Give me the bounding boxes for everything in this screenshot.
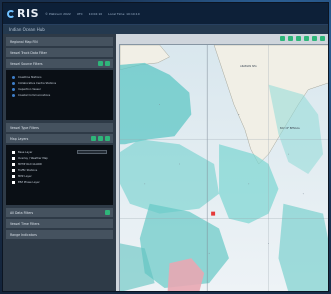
- panel-title: All Data Filters: [10, 210, 34, 215]
- map-area[interactable]: ARABIAN SEA BAY OF BENGAL: [119, 36, 329, 292]
- item-label: Overlay / Weather Map: [18, 156, 48, 160]
- checkbox[interactable]: [12, 174, 15, 178]
- item-label: Base Layer: [18, 150, 33, 154]
- item-label: Collaborative Centre Stations: [18, 81, 57, 85]
- checkbox[interactable]: [12, 150, 15, 154]
- meta-item: Local Time: 10:10:10: [108, 11, 140, 16]
- vessel-source-filters-body: Coastline Stations Collaborative Centre …: [6, 70, 113, 120]
- left-panel: Regional Map FIN Vessel Track Data Filte…: [3, 34, 116, 291]
- panel-title: Vessel Time Filters: [10, 221, 40, 226]
- panel-title: Vessel Source Filters: [10, 61, 43, 66]
- regional-map-header[interactable]: Regional Map FIN: [6, 37, 113, 46]
- expand-icon[interactable]: [105, 210, 110, 215]
- vessel-marker[interactable]: [211, 211, 216, 216]
- item-label: Inspection Vessel: [18, 87, 41, 91]
- item-label: MPHP OLD GUARD: [18, 162, 42, 166]
- item-label: Coastline Stations: [18, 75, 42, 79]
- all-data-filters-header[interactable]: All Data Filters: [6, 208, 113, 217]
- regional-map-label: Regional Map: [10, 39, 32, 44]
- radio-icon: [12, 87, 15, 91]
- map-layers-body: Base Layer Overlay / Weather Map MPHP OL…: [6, 145, 113, 205]
- radio-icon: [12, 81, 15, 85]
- range-indicators-header[interactable]: Range Indicators: [6, 230, 113, 239]
- map-tool-icon[interactable]: [312, 36, 317, 41]
- radio-icon: [12, 93, 15, 97]
- regional-map-sub: FIN: [32, 39, 38, 44]
- checkbox[interactable]: [12, 162, 15, 166]
- map-tool-icon[interactable]: [320, 36, 325, 41]
- layer-select[interactable]: [77, 150, 107, 154]
- meta-item: 10:02:10: [88, 11, 103, 16]
- panel-title: Vessel Track Data Filter: [10, 50, 47, 55]
- panel-title: Map Layers: [10, 136, 29, 141]
- top-bar: RIS © Platinum 2022 UTC 10:02:10 Local T…: [3, 3, 328, 25]
- map-label: ARABIAN SEA: [240, 65, 257, 68]
- map-tool-icon[interactable]: [296, 36, 301, 41]
- checkbox[interactable]: [12, 156, 15, 160]
- vessel-track-data-filter-header[interactable]: Vessel Track Data Filter: [6, 48, 113, 57]
- vessel-source-filters-header[interactable]: Vessel Source Filters: [6, 59, 113, 68]
- add-icon[interactable]: [91, 136, 96, 141]
- checkbox[interactable]: [12, 180, 15, 184]
- map-toolbar: [280, 36, 325, 41]
- item-label: MPZ Layer: [18, 174, 32, 178]
- close-icon[interactable]: [105, 61, 110, 66]
- eez-zone: [278, 203, 328, 291]
- item-label: Coastal Communications: [18, 93, 51, 97]
- panel-title: Range Indicators: [10, 232, 37, 237]
- meta-item: UTC: [76, 11, 83, 16]
- map-layers-header[interactable]: Map Layers: [6, 134, 113, 143]
- map-label: BAY OF BENGAL: [280, 127, 300, 130]
- vessel-type-filters-header[interactable]: Vessel Type Filters: [6, 123, 113, 132]
- page-title: Indian Ocean Hub: [9, 27, 45, 32]
- logo-text: RIS: [17, 7, 39, 20]
- vessel-time-filters-header[interactable]: Vessel Time Filters: [6, 219, 113, 228]
- map-tool-icon[interactable]: [280, 36, 285, 41]
- meta-item: © Platinum 2022: [45, 11, 71, 16]
- nautical-map[interactable]: [120, 45, 329, 292]
- item-label: EEZ Phase Layer: [18, 180, 40, 184]
- list-item[interactable]: EEZ Phase Layer: [12, 179, 107, 185]
- logo-icon: [7, 9, 15, 18]
- checkbox[interactable]: [12, 168, 15, 172]
- close-icon[interactable]: [105, 136, 110, 141]
- list-item[interactable]: Coastal Communications: [12, 92, 107, 98]
- panel-title: Vessel Type Filters: [10, 125, 39, 130]
- edit-icon[interactable]: [98, 136, 103, 141]
- expand-icon[interactable]: [98, 61, 103, 66]
- map-tool-icon[interactable]: [304, 36, 309, 41]
- logo: RIS: [7, 7, 39, 20]
- sub-bar: Indian Ocean Hub: [3, 25, 328, 34]
- item-label: Traffic Stations: [18, 168, 38, 172]
- app-window: RIS © Platinum 2022 UTC 10:02:10 Local T…: [2, 2, 329, 292]
- map-tool-icon[interactable]: [288, 36, 293, 41]
- radio-icon: [12, 75, 15, 79]
- topbar-meta: © Platinum 2022 UTC 10:02:10 Local Time:…: [45, 12, 145, 16]
